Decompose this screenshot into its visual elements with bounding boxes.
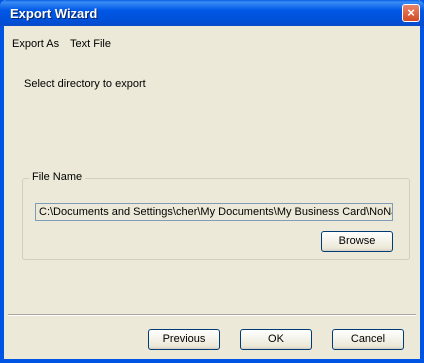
close-icon: × [407,5,415,20]
cancel-button[interactable]: Cancel [332,329,404,350]
title-bar[interactable]: Export Wizard × [0,0,424,26]
file-path-field[interactable]: C:\Documents and Settings\cher\My Docume… [35,203,393,221]
file-name-group: File Name C:\Documents and Settings\cher… [22,171,410,260]
file-name-legend: File Name [29,171,86,183]
export-as-label: Export As [12,38,60,50]
instruction-text: Select directory to export [24,78,146,90]
export-as-value: Text File [70,38,111,50]
footer-separator [8,314,416,316]
close-button[interactable]: × [402,4,420,22]
previous-button[interactable]: Previous [148,329,220,350]
ok-button[interactable]: OK [240,329,312,350]
window-title: Export Wizard [10,6,98,21]
browse-button[interactable]: Browse [321,231,393,252]
export-wizard-window: Export Wizard × Export As Text File Sele… [0,0,424,363]
